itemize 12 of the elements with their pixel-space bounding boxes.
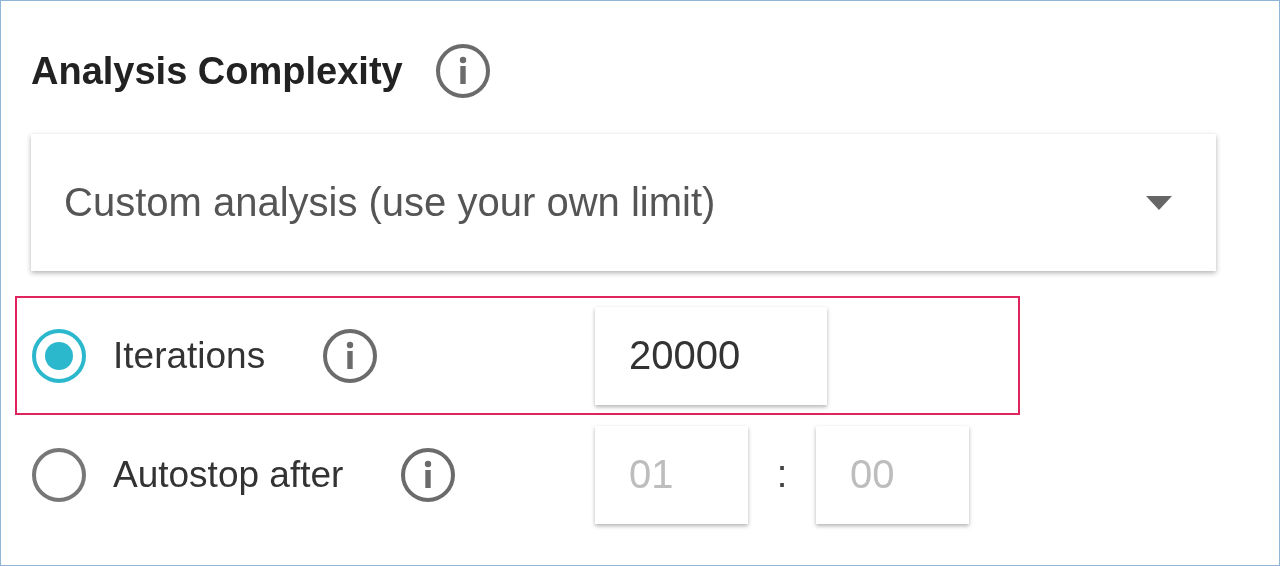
info-icon[interactable] [400,446,457,503]
radio-button[interactable] [32,328,86,383]
caret-icon [1146,195,1172,210]
dropdown[interactable]: Custom analysis (use your own limit) [31,134,1216,271]
time-separator: : [775,453,789,496]
info-icon[interactable] [434,43,491,99]
section-title: Analysis Complexity [31,49,403,93]
input-field[interactable]: 20000 [595,306,827,405]
info-icon[interactable] [322,327,379,384]
option-label: Iterations [113,334,266,377]
option-label: Autostop after [113,453,344,496]
radio-button[interactable] [32,447,86,502]
